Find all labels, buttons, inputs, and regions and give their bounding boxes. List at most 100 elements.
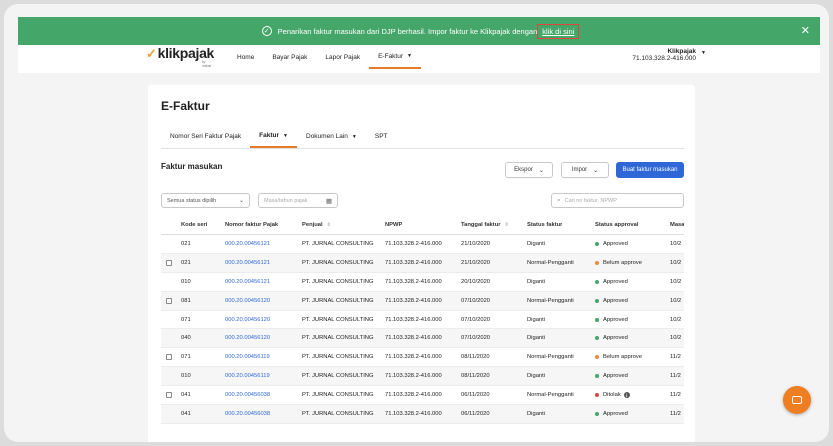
cell-nomor-link[interactable]: 000.20.00456121: [225, 273, 270, 291]
table-row[interactable]: 071 000.20.00456120 PT. JURNAL CONSULTING 7…: [161, 311, 684, 330]
row-checkbox[interactable]: [166, 348, 172, 366]
cell-npwp: 71.103.328.2-416.000: [385, 316, 442, 323]
col-status-faktur[interactable]: Status faktur: [527, 216, 562, 234]
user-npwp: 71.103.328.2-416.000: [632, 55, 696, 62]
cell-nomor-link[interactable]: 000.20.00456038: [225, 405, 270, 423]
cell-status: Diganti: [527, 278, 546, 285]
status-dot: [595, 317, 599, 322]
table-row[interactable]: 010 000.20.00456121 PT. JURNAL CONSULTING 7…: [161, 273, 684, 292]
cell-nomor-link[interactable]: 000.20.00456038: [225, 386, 270, 404]
banner-import-link[interactable]: klik di sini: [537, 23, 580, 39]
row-checkbox[interactable]: [166, 254, 172, 272]
cell-nomor-link[interactable]: 000.20.00456121: [225, 235, 270, 253]
cell-approval: Approved: [595, 292, 628, 310]
cell-masa: 11/2: [670, 392, 681, 399]
section-title: Faktur masukan: [161, 162, 223, 171]
cell-masa: 10/2: [670, 335, 682, 342]
nav-home[interactable]: Home: [228, 45, 263, 69]
col-status-approval[interactable]: Status approval: [595, 216, 639, 234]
cell-approval: Belum approve: [595, 254, 642, 272]
cell-status: Normal-Pengganti: [527, 297, 574, 304]
app-frame: ✓ Penarikan faktur masukan dari DJP berh…: [4, 4, 829, 442]
table-row[interactable]: 021 000.20.00456121 PT. JURNAL CONSULTING 7…: [161, 235, 684, 254]
logo-check-icon: ✓: [146, 46, 157, 61]
klikpajak-logo[interactable]: ✓klikpajak by mekari: [146, 45, 214, 68]
table-row[interactable]: 041 000.20.00456038 PT. JURNAL CONSULTING 7…: [161, 386, 684, 406]
cell-penjual: PT. JURNAL CONSULTING: [302, 240, 374, 247]
cell-tanggal: 08/11/2020: [461, 373, 490, 380]
cell-nomor-link[interactable]: 000.20.00456120: [225, 311, 270, 329]
period-input[interactable]: Masa/tahun pajak ▦: [258, 193, 338, 208]
row-checkbox[interactable]: [166, 292, 172, 310]
cell-npwp: 71.103.328.2-416.000: [385, 240, 442, 247]
cell-status: Diganti: [527, 335, 546, 342]
status-filter-select[interactable]: Semua status dipilih ⌄: [161, 193, 250, 208]
cell-status: Diganti: [527, 373, 546, 380]
search-input[interactable]: ⌕ Cari no faktur, NPWP: [551, 193, 684, 208]
user-menu[interactable]: Klikpajak 71.103.328.2-416.000 ▼: [632, 48, 706, 62]
cell-approval: Approved: [595, 367, 628, 385]
table-row[interactable]: 021 000.20.00456121 PT. JURNAL CONSULTING 7…: [161, 253, 684, 273]
search-icon: ⌕: [557, 196, 561, 204]
col-kode-seri[interactable]: Kode seri: [181, 216, 207, 234]
status-dot: [595, 393, 599, 398]
success-banner: ✓ Penarikan faktur masukan dari DJP berh…: [18, 17, 820, 45]
ekspor-button[interactable]: Ekspor ⌄: [505, 162, 553, 178]
table-row[interactable]: 081 000.20.00456120 PT. JURNAL CONSULTING 7…: [161, 291, 684, 311]
col-tanggal[interactable]: Tanggal faktur ⇕: [461, 216, 509, 234]
close-icon[interactable]: ✕: [801, 24, 810, 37]
tab-spt[interactable]: SPT: [366, 125, 397, 148]
col-npwp[interactable]: NPWP: [385, 216, 402, 234]
nav-lapor-pajak[interactable]: Lapor Pajak: [316, 45, 369, 69]
cell-npwp: 71.103.328.2-416.000: [385, 410, 442, 417]
cell-nomor-link[interactable]: 000.20.00456119: [225, 348, 270, 366]
tab-nomor-seri[interactable]: Nomor Seri Faktur Pajak: [161, 125, 250, 148]
impor-button[interactable]: Impor ⌄: [561, 162, 609, 178]
cell-tanggal: 06/11/2020: [461, 392, 490, 399]
cell-status: Diganti: [527, 316, 546, 323]
cell-penjual: PT. JURNAL CONSULTING: [302, 354, 374, 361]
cell-tanggal: 21/10/2020: [461, 240, 491, 247]
cell-approval: Approved: [595, 311, 628, 329]
buat-faktur-masukan-button[interactable]: Buat faktur masukan: [616, 162, 684, 178]
sort-icon: ⇕: [504, 222, 509, 228]
cell-kode: 021: [181, 240, 191, 247]
faktur-table: Kode seri Nomor faktur Pajak Penjual ⇕ NP…: [161, 216, 684, 424]
cell-status: Diganti: [527, 410, 546, 417]
table-row[interactable]: 040 000.20.00456120 PT. JURNAL CONSULTING 7…: [161, 329, 684, 349]
table-row[interactable]: 041 000.20.00456038 PT. JURNAL CONSULTING 7…: [161, 405, 684, 424]
cell-kode: 041: [181, 410, 191, 417]
cell-tanggal: 06/11/2020: [461, 410, 490, 417]
nav-bayar-pajak[interactable]: Bayar Pajak: [263, 45, 316, 69]
tab-dokumen-lain[interactable]: Dokumen Lain ▼: [297, 125, 366, 148]
tab-faktur[interactable]: Faktur ▼: [250, 125, 297, 148]
caret-down-icon: ▼: [701, 50, 706, 56]
cell-npwp: 71.103.328.2-416.000: [385, 278, 442, 285]
cell-nomor-link[interactable]: 000.20.00456121: [225, 254, 270, 272]
caret-down-icon: ▼: [351, 133, 357, 140]
status-dot: [595, 298, 599, 303]
row-checkbox[interactable]: [166, 386, 172, 404]
col-nomor-faktur[interactable]: Nomor faktur Pajak: [225, 216, 278, 234]
cell-approval: Approved: [595, 273, 628, 291]
table-row[interactable]: 071 000.20.00456119 PT. JURNAL CONSULTING 7…: [161, 348, 684, 368]
cell-tanggal: 21/10/2020: [461, 259, 491, 266]
cell-kode: 081: [181, 297, 191, 304]
cell-nomor-link[interactable]: 000.20.00456119: [225, 367, 270, 385]
cell-masa: 10/2: [670, 297, 682, 304]
banner-message: Penarikan faktur masukan dari DJP berhas…: [277, 26, 538, 36]
table-row[interactable]: 010 000.20.00456119 PT. JURNAL CONSULTING 7…: [161, 367, 684, 387]
col-masa[interactable]: Masa: [670, 216, 684, 234]
info-icon[interactable]: i: [623, 392, 630, 399]
caret-down-icon: ▼: [283, 132, 288, 139]
cell-nomor-link[interactable]: 000.20.00456120: [225, 292, 270, 310]
col-penjual[interactable]: Penjual ⇕: [302, 216, 331, 234]
cell-nomor-link[interactable]: 000.20.00456120: [225, 329, 270, 347]
chat-button[interactable]: [783, 386, 811, 414]
cell-npwp: 71.103.328.2-416.000: [385, 373, 442, 380]
chat-icon: [792, 396, 802, 404]
cell-npwp: 71.103.328.2-416.000: [385, 297, 442, 304]
cell-kode: 040: [181, 335, 191, 342]
cell-approval: Approved: [595, 235, 628, 253]
nav-e-faktur[interactable]: E-Faktur ▼: [369, 45, 421, 69]
